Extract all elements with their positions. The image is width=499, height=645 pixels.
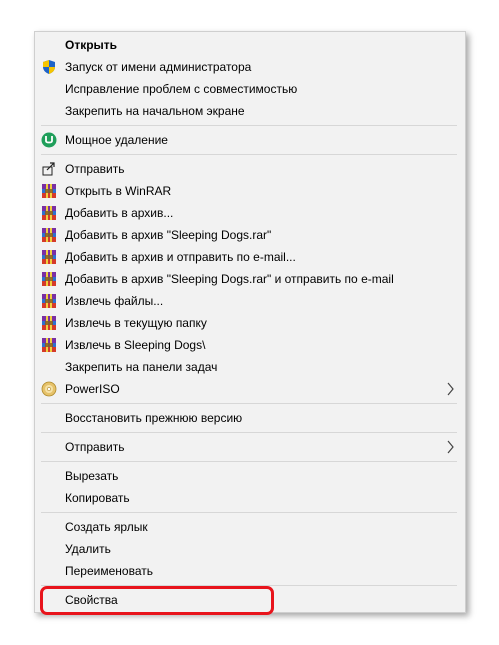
menu-item[interactable]: Отправить bbox=[35, 436, 465, 458]
winrar-icon bbox=[41, 183, 57, 199]
properties-highlight-box bbox=[40, 586, 274, 615]
menu-item-label: Отправить bbox=[65, 162, 125, 176]
menu-item-label: Запуск от имени администратора bbox=[65, 60, 252, 74]
menu-item-label: Извлечь файлы... bbox=[65, 294, 164, 308]
menu-item[interactable]: Открыть в WinRAR bbox=[35, 180, 465, 202]
share-icon bbox=[41, 161, 57, 177]
menu-item-label: Создать ярлык bbox=[65, 520, 148, 534]
menu-item-label: Переименовать bbox=[65, 564, 153, 578]
menu-item[interactable]: Создать ярлык bbox=[35, 516, 465, 538]
menu-separator bbox=[41, 154, 457, 155]
menu-item[interactable]: Закрепить на начальном экране bbox=[35, 100, 465, 122]
menu-item-label: Вырезать bbox=[65, 469, 119, 483]
menu-item-label: Закрепить на начальном экране bbox=[65, 104, 245, 118]
menu-item-label: Добавить в архив "Sleeping Dogs.rar" и о… bbox=[65, 272, 394, 286]
menu-separator bbox=[41, 461, 457, 462]
menu-item-label: Открыть в WinRAR bbox=[65, 184, 172, 198]
winrar-icon bbox=[41, 205, 57, 221]
menu-item[interactable]: Добавить в архив... bbox=[35, 202, 465, 224]
menu-item[interactable]: Вырезать bbox=[35, 465, 465, 487]
menu-item[interactable]: Добавить в архив "Sleeping Dogs.rar" и о… bbox=[35, 268, 465, 290]
menu-item[interactable]: Копировать bbox=[35, 487, 465, 509]
menu-item[interactable]: Открыть bbox=[35, 34, 465, 56]
menu-item[interactable]: Мощное удаление bbox=[35, 129, 465, 151]
menu-item-label: Восстановить прежнюю версию bbox=[65, 411, 243, 425]
winrar-icon bbox=[41, 227, 57, 243]
menu-item-label: Отправить bbox=[65, 440, 125, 454]
winrar-icon bbox=[41, 315, 57, 331]
menu-item-label: Копировать bbox=[65, 491, 130, 505]
winrar-icon bbox=[41, 337, 57, 353]
menu-separator bbox=[41, 403, 457, 404]
menu-item[interactable]: Отправить bbox=[35, 158, 465, 180]
menu-item[interactable]: Извлечь файлы... bbox=[35, 290, 465, 312]
menu-item-label: PowerISO bbox=[65, 382, 120, 396]
winrar-icon bbox=[41, 271, 57, 287]
menu-item[interactable]: Восстановить прежнюю версию bbox=[35, 407, 465, 429]
shield-icon bbox=[41, 59, 57, 75]
menu-separator bbox=[41, 512, 457, 513]
winrar-icon bbox=[41, 249, 57, 265]
menu-item[interactable]: Удалить bbox=[35, 538, 465, 560]
chevron-right-icon bbox=[446, 378, 456, 400]
menu-item[interactable]: Переименовать bbox=[35, 560, 465, 582]
menu-item[interactable]: Извлечь в текущую папку bbox=[35, 312, 465, 334]
menu-item-label: Извлечь в Sleeping Dogs\ bbox=[65, 338, 206, 352]
menu-item[interactable]: Закрепить на панели задач bbox=[35, 356, 465, 378]
menu-item[interactable]: Исправление проблем с совместимостью bbox=[35, 78, 465, 100]
winrar-icon bbox=[41, 293, 57, 309]
menu-separator bbox=[41, 125, 457, 126]
uninstaller-icon bbox=[41, 132, 57, 148]
menu-item-label: Добавить в архив "Sleeping Dogs.rar" bbox=[65, 228, 272, 242]
menu-item[interactable]: Добавить в архив "Sleeping Dogs.rar" bbox=[35, 224, 465, 246]
menu-item-label: Добавить в архив... bbox=[65, 206, 174, 220]
menu-item[interactable]: PowerISO bbox=[35, 378, 465, 400]
poweriso-disc-icon bbox=[41, 381, 57, 397]
menu-item[interactable]: Извлечь в Sleeping Dogs\ bbox=[35, 334, 465, 356]
menu-item-label: Исправление проблем с совместимостью bbox=[65, 82, 298, 96]
menu-item-label: Удалить bbox=[65, 542, 111, 556]
context-menu: Открыть Запуск от имени администратора Исп… bbox=[34, 31, 466, 613]
menu-item-label: Мощное удаление bbox=[65, 133, 168, 147]
menu-item[interactable]: Запуск от имени администратора bbox=[35, 56, 465, 78]
menu-item-label: Добавить в архив и отправить по e-mail..… bbox=[65, 250, 296, 264]
menu-separator bbox=[41, 432, 457, 433]
menu-item-label: Открыть bbox=[65, 38, 118, 52]
chevron-right-icon bbox=[446, 436, 456, 458]
menu-item-label: Извлечь в текущую папку bbox=[65, 316, 207, 330]
menu-item-label: Закрепить на панели задач bbox=[65, 360, 218, 374]
menu-item[interactable]: Добавить в архив и отправить по e-mail..… bbox=[35, 246, 465, 268]
